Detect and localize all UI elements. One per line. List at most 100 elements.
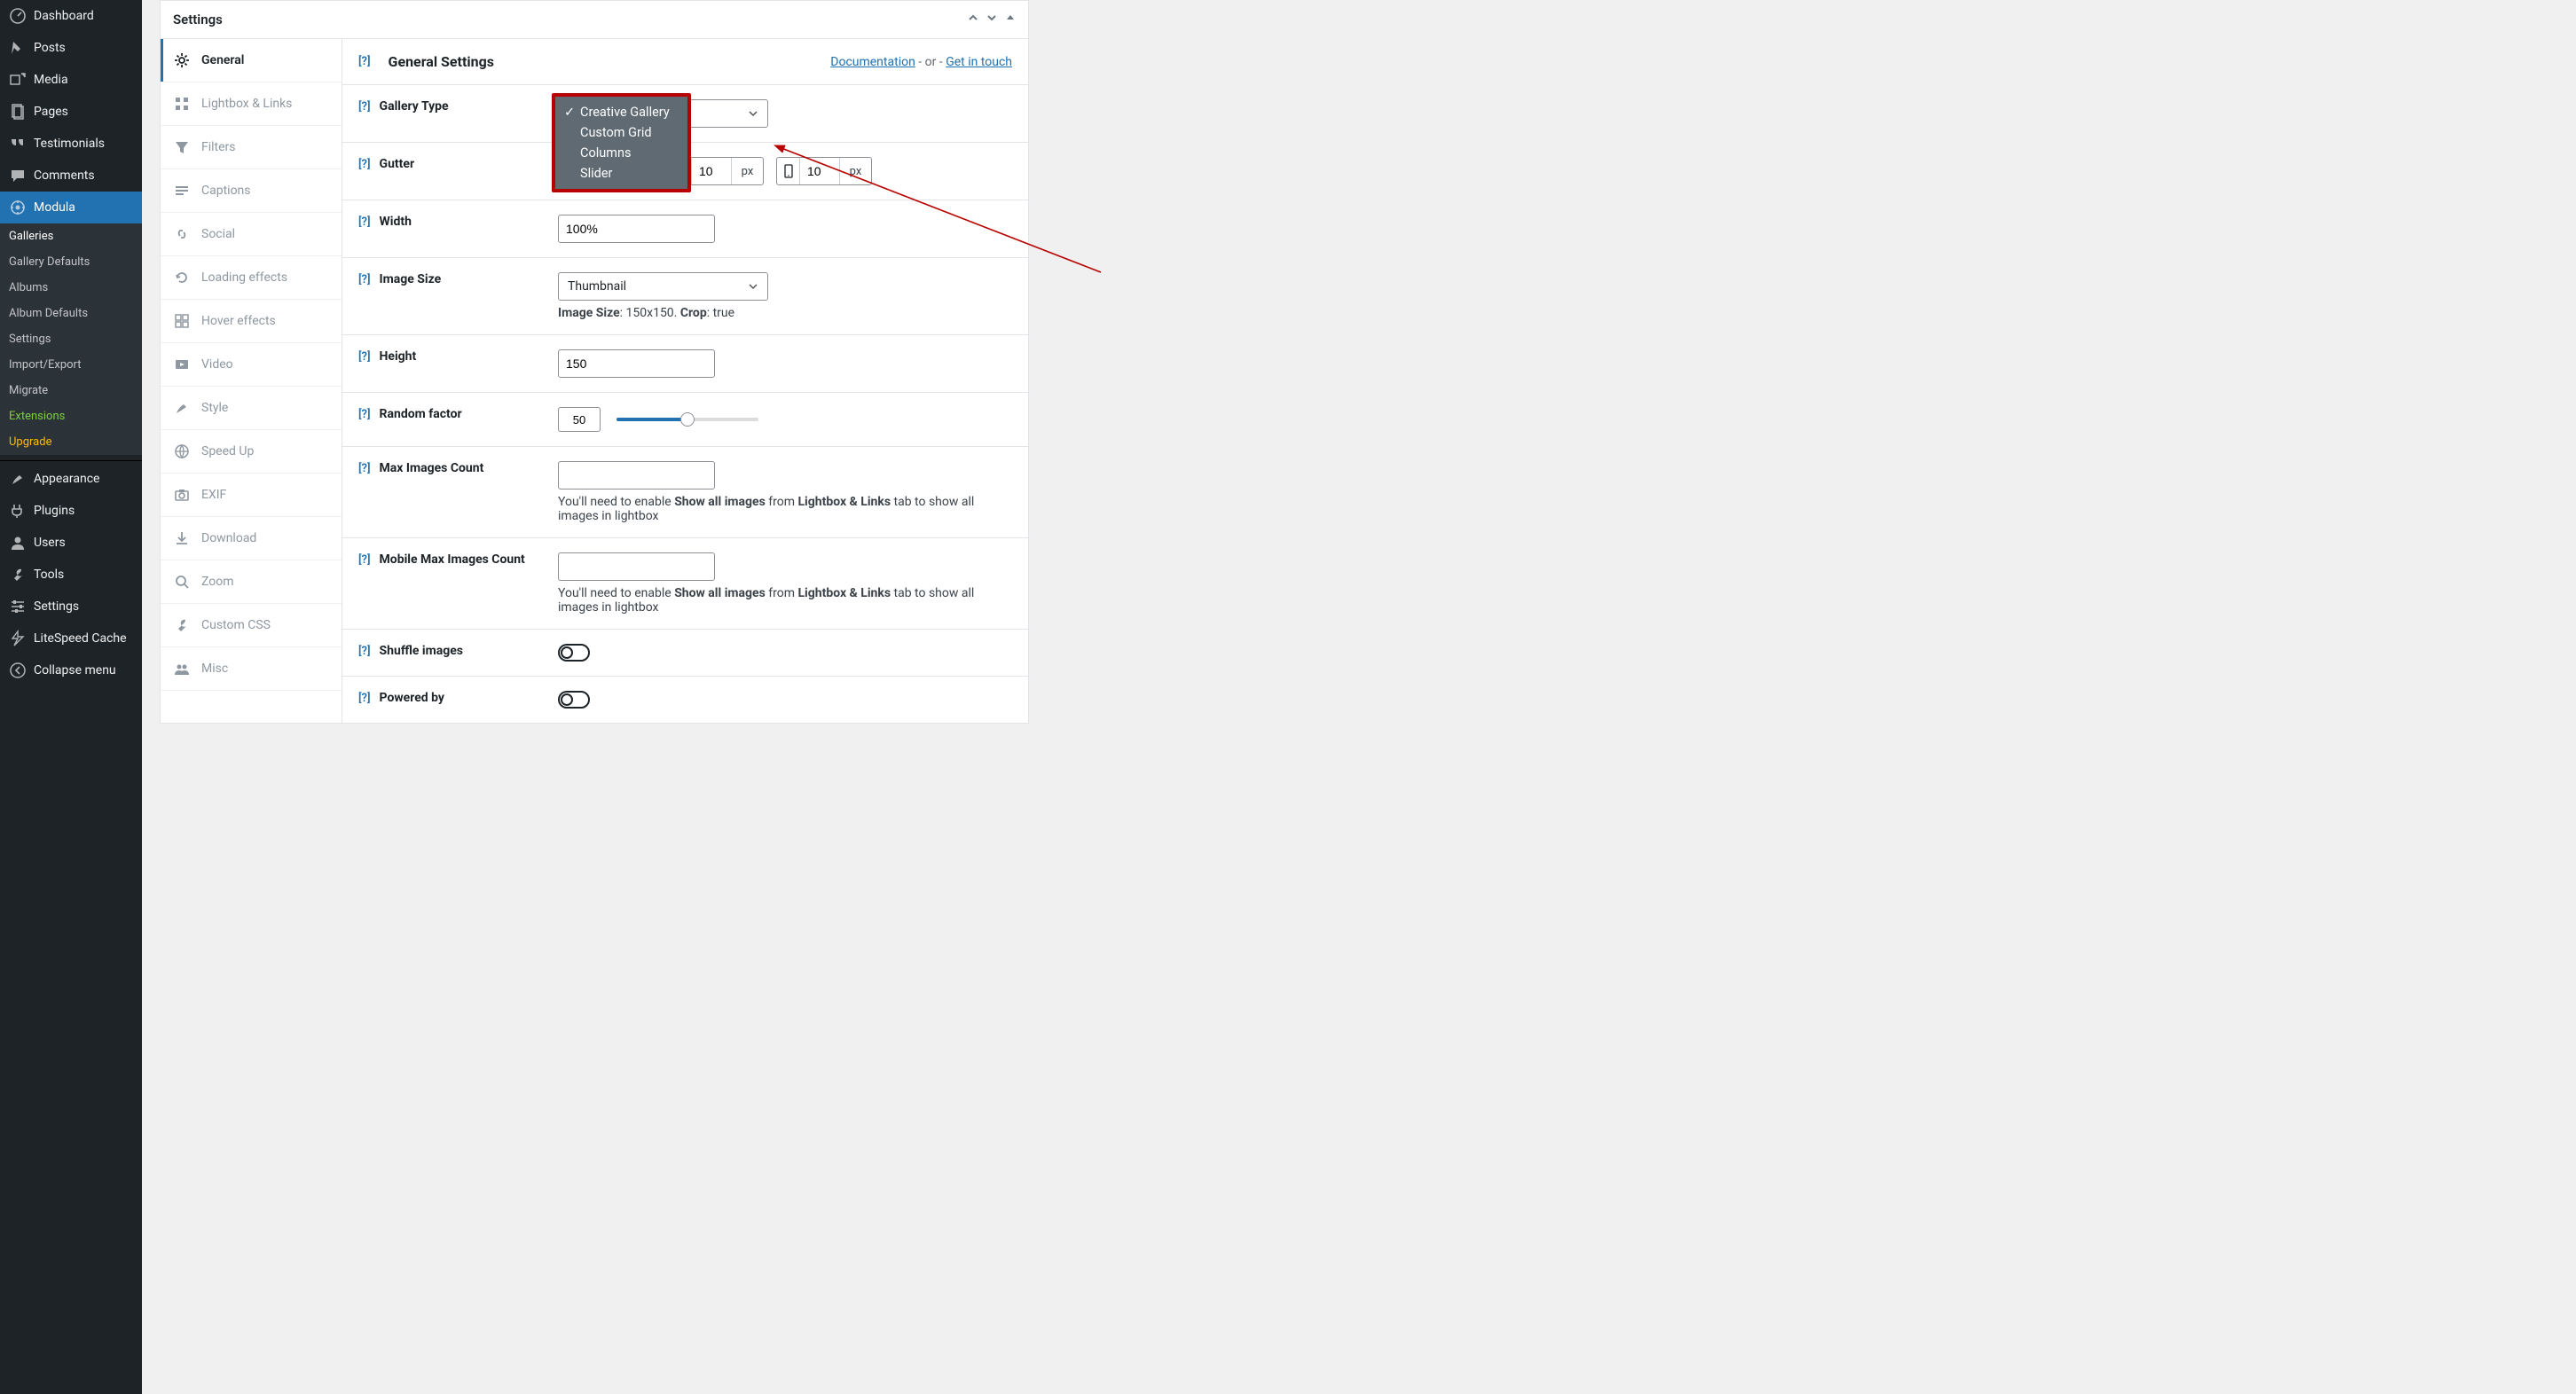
tab-download[interactable]: Download (161, 517, 342, 560)
tab-hover-effects[interactable]: Hover effects (161, 300, 342, 343)
wp-menu-item-tools[interactable]: Tools (0, 559, 142, 591)
media-icon (9, 71, 27, 89)
get-in-touch-link[interactable]: Get in touch (946, 55, 1012, 69)
wp-submenu-upgrade[interactable]: Upgrade (0, 429, 142, 455)
help-icon[interactable]: [?] (358, 553, 371, 567)
gallery-type-dropdown[interactable]: Creative GalleryCustom GridColumnsSlider (552, 93, 691, 192)
section-heading: General Settings (389, 53, 494, 70)
wp-menu-item-pages[interactable]: Pages (0, 96, 142, 128)
dashboard-icon (9, 7, 27, 25)
help-icon[interactable]: [?] (358, 408, 371, 421)
tab-speed-up[interactable]: Speed Up (161, 430, 342, 474)
gallery-type-option[interactable]: Slider (562, 163, 680, 184)
wp-submenu-settings[interactable]: Settings (0, 326, 142, 352)
shuffle-toggle[interactable] (558, 644, 590, 662)
height-input[interactable] (558, 349, 715, 378)
px-unit: px (839, 158, 871, 184)
help-icon[interactable]: [?] (358, 55, 371, 68)
page-icon (9, 103, 27, 121)
settings-tabs: GeneralLightbox & LinksFiltersCaptionsSo… (161, 39, 342, 723)
comment-icon (9, 167, 27, 184)
captions-icon (173, 182, 191, 200)
gallery-type-option[interactable]: Custom Grid (562, 122, 680, 143)
link-icon (173, 225, 191, 243)
tab-zoom[interactable]: Zoom (161, 560, 342, 604)
gutter-tablet-input[interactable] (692, 158, 731, 184)
prev-icon[interactable] (968, 13, 981, 27)
grid-icon (173, 95, 191, 113)
powered-toggle[interactable] (558, 691, 590, 709)
wp-menu-item-testimonials[interactable]: Testimonials (0, 128, 142, 160)
tab-video[interactable]: Video (161, 343, 342, 387)
wp-submenu-albums[interactable]: Albums (0, 275, 142, 301)
mobile-max-label: Mobile Max Images Count (380, 552, 525, 567)
plug-icon (9, 502, 27, 520)
wp-submenu-migrate[interactable]: Migrate (0, 378, 142, 403)
refresh-icon (173, 269, 191, 286)
wrench-icon (173, 616, 191, 634)
wp-submenu-album-defaults[interactable]: Album Defaults (0, 301, 142, 326)
sliders-icon (9, 598, 27, 615)
wp-menu-item-comments[interactable]: Comments (0, 160, 142, 192)
help-icon[interactable]: [?] (358, 645, 371, 658)
brush-icon (173, 399, 191, 417)
wp-menu-item-settings[interactable]: Settings (0, 591, 142, 623)
shuffle-label: Shuffle images (380, 644, 463, 658)
max-images-note: You'll need to enable Show all images fr… (558, 495, 1012, 523)
camera-icon (173, 486, 191, 504)
help-icon[interactable]: [?] (358, 350, 371, 364)
help-icon[interactable]: [?] (358, 158, 371, 171)
image-size-select[interactable]: Thumbnail (558, 272, 768, 301)
tab-exif[interactable]: EXIF (161, 474, 342, 517)
collapse-icon[interactable] (1005, 13, 1016, 27)
wp-menu-item-modula[interactable]: Modula (0, 192, 142, 223)
help-icon[interactable]: [?] (358, 273, 371, 286)
mobile-max-input[interactable] (558, 552, 715, 581)
gutter-mobile: px (776, 157, 872, 185)
globe-icon (173, 442, 191, 460)
tab-general[interactable]: General (161, 39, 342, 82)
wp-menu-item-litespeed-cache[interactable]: LiteSpeed Cache (0, 623, 142, 654)
help-icon[interactable]: [?] (358, 462, 371, 475)
filter-icon (173, 138, 191, 156)
gallery-type-option[interactable]: Columns (562, 143, 680, 163)
user-icon (9, 534, 27, 552)
tab-loading-effects[interactable]: Loading effects (161, 256, 342, 300)
wp-menu-item-dashboard[interactable]: Dashboard (0, 0, 142, 32)
wp-menu-item-plugins[interactable]: Plugins (0, 495, 142, 527)
gutter-label: Gutter (380, 157, 415, 171)
zoom-icon (173, 573, 191, 591)
help-icon[interactable]: [?] (358, 215, 371, 229)
documentation-link[interactable]: Documentation (830, 55, 915, 69)
tab-style[interactable]: Style (161, 387, 342, 430)
wp-menu-item-collapse-menu[interactable]: Collapse menu (0, 654, 142, 686)
wrench-icon (9, 566, 27, 583)
wp-menu-item-media[interactable]: Media (0, 64, 142, 96)
brush-icon (9, 470, 27, 488)
tab-misc[interactable]: Misc (161, 647, 342, 691)
px-unit: px (731, 158, 763, 184)
wp-submenu-extensions[interactable]: Extensions (0, 403, 142, 429)
help-icon[interactable]: [?] (358, 692, 371, 705)
gallery-type-label: Gallery Type (380, 99, 449, 114)
wp-submenu-gallery-defaults[interactable]: Gallery Defaults (0, 249, 142, 275)
help-icon[interactable]: [?] (358, 100, 371, 114)
wp-submenu-import-export[interactable]: Import/Export (0, 352, 142, 378)
gutter-mobile-input[interactable] (800, 158, 839, 184)
tab-captions[interactable]: Captions (161, 169, 342, 213)
wp-menu-item-posts[interactable]: Posts (0, 32, 142, 64)
wp-menu-item-appearance[interactable]: Appearance (0, 463, 142, 495)
tab-lightbox-links[interactable]: Lightbox & Links (161, 82, 342, 126)
wp-menu-item-users[interactable]: Users (0, 527, 142, 559)
panel-header: Settings (161, 1, 1028, 39)
random-input[interactable] (558, 407, 601, 432)
wp-submenu-galleries[interactable]: Galleries (0, 223, 142, 249)
width-input[interactable] (558, 215, 715, 243)
max-images-input[interactable] (558, 461, 715, 489)
gallery-type-option[interactable]: Creative Gallery (562, 102, 680, 122)
tab-filters[interactable]: Filters (161, 126, 342, 169)
next-icon[interactable] (986, 13, 1000, 27)
random-slider[interactable] (617, 418, 758, 421)
tab-social[interactable]: Social (161, 213, 342, 256)
tab-custom-css[interactable]: Custom CSS (161, 604, 342, 647)
